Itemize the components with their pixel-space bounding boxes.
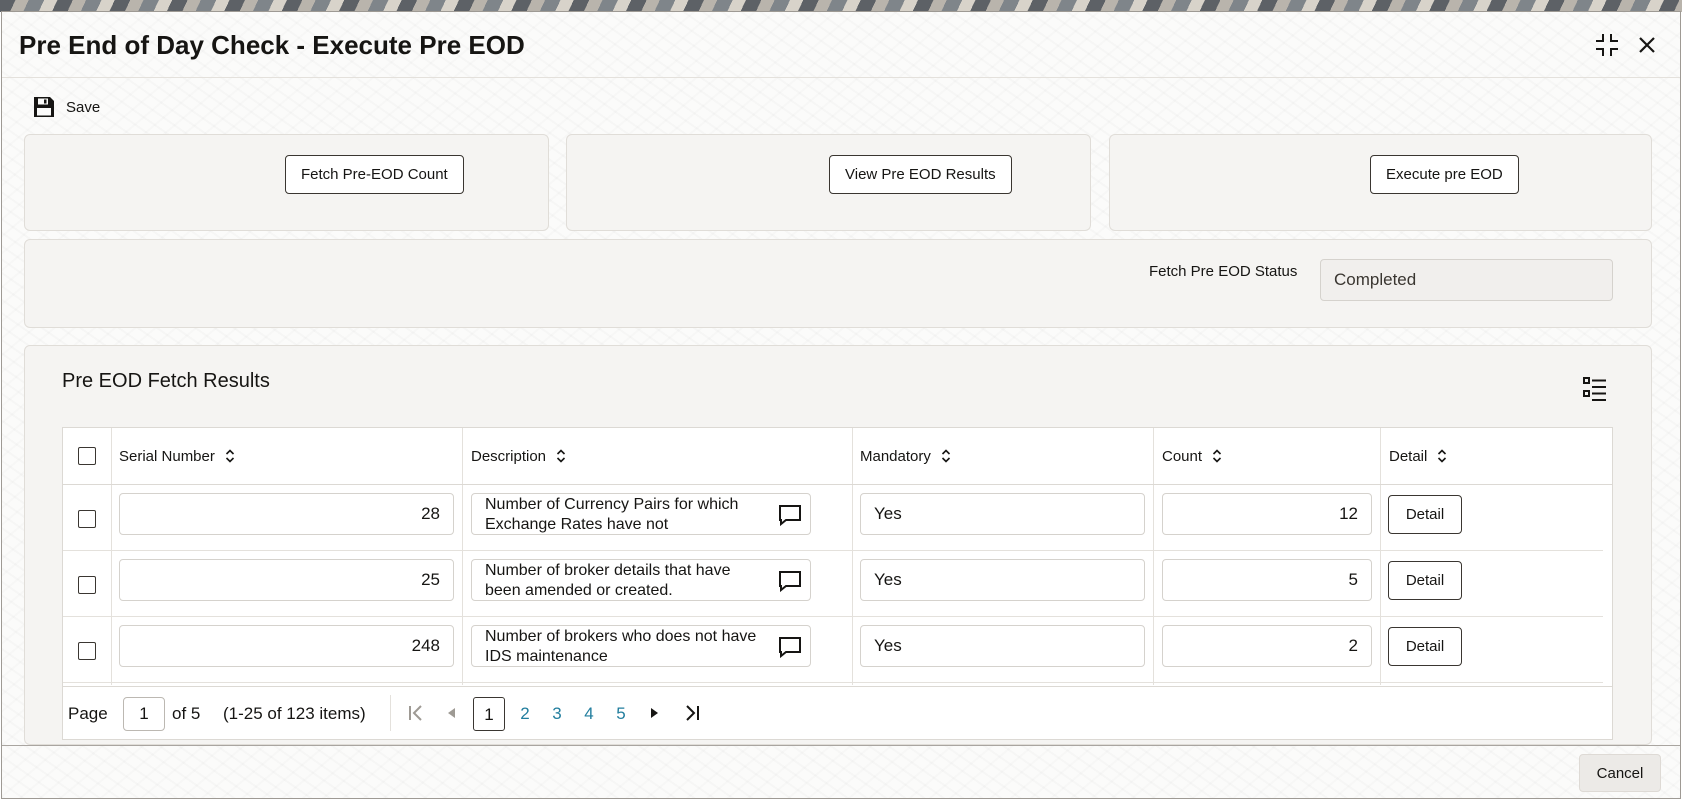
- column-header-detail[interactable]: Detail: [1389, 428, 1447, 484]
- title-bar: Pre End of Day Check - Execute Pre EOD: [2, 12, 1680, 78]
- page-number-input[interactable]: 1: [123, 697, 165, 731]
- close-icon: [1639, 37, 1655, 53]
- description-field[interactable]: Number of Currency Pairs for which Excha…: [471, 493, 811, 535]
- description-text: Number of broker details that have been …: [485, 562, 731, 599]
- table-header: Serial Number Description Mandatory Coun…: [63, 428, 1612, 485]
- column-header-description[interactable]: Description: [471, 428, 566, 484]
- row-checkbox[interactable]: [78, 642, 96, 660]
- first-page-button[interactable]: [405, 702, 427, 724]
- description-field[interactable]: Number of brokers who does not have IDS …: [471, 625, 811, 667]
- detail-button[interactable]: Detail: [1388, 495, 1462, 534]
- status-label: Fetch Pre EOD Status: [1149, 263, 1298, 280]
- column-header-mandatory[interactable]: Mandatory: [860, 428, 951, 484]
- page-1-button[interactable]: 1: [473, 697, 505, 731]
- maximize-button[interactable]: [1592, 30, 1622, 60]
- dialog-window: Pre End of Day Check - Execute Pre EOD S…: [1, 11, 1681, 799]
- sort-icon: [1212, 449, 1222, 463]
- column-settings-button[interactable]: [1582, 376, 1608, 402]
- fetch-status-field: Completed: [1320, 259, 1613, 301]
- count-field[interactable]: 2: [1162, 625, 1372, 667]
- table-row: 28 Number of Currency Pairs for which Ex…: [63, 485, 1603, 551]
- first-page-icon: [409, 705, 422, 721]
- save-button[interactable]: Save: [32, 92, 100, 122]
- list-view-icon: [1583, 377, 1606, 401]
- description-text: Number of Currency Pairs for which Excha…: [485, 496, 739, 533]
- row-checkbox[interactable]: [78, 576, 96, 594]
- fetch-pre-eod-count-button[interactable]: Fetch Pre-EOD Count: [285, 155, 464, 194]
- page-3-button[interactable]: 3: [541, 697, 573, 731]
- fetch-count-panel: Fetch Pre-EOD Count: [24, 134, 549, 231]
- detail-button[interactable]: Detail: [1388, 561, 1462, 600]
- page-title: Pre End of Day Check - Execute Pre EOD: [19, 30, 525, 60]
- mandatory-field[interactable]: Yes: [860, 493, 1145, 535]
- sort-icon: [556, 449, 566, 463]
- page-5-button[interactable]: 5: [605, 697, 637, 731]
- previous-page-button[interactable]: [441, 702, 463, 724]
- results-table: Serial Number Description Mandatory Coun…: [62, 427, 1613, 740]
- page-2-button[interactable]: 2: [509, 697, 541, 731]
- column-header-count[interactable]: Count: [1162, 428, 1222, 484]
- row-checkbox[interactable]: [78, 510, 96, 528]
- items-range-label: (1-25 of 123 items): [223, 704, 366, 723]
- execute-panel: Execute pre EOD: [1109, 134, 1652, 231]
- execute-pre-eod-button[interactable]: Execute pre EOD: [1370, 155, 1519, 194]
- count-field[interactable]: 5: [1162, 559, 1372, 601]
- next-page-icon: [651, 708, 658, 718]
- sort-icon: [225, 449, 234, 463]
- maximize-icon: [1596, 34, 1618, 56]
- pagination-bar: Page 1 of 5 (1-25 of 123 items) 1 2 3 4 …: [63, 686, 1612, 739]
- column-header-serial-number[interactable]: Serial Number: [119, 428, 235, 484]
- table-row: 25 Number of broker details that have be…: [63, 551, 1603, 617]
- detail-button[interactable]: Detail: [1388, 627, 1462, 666]
- comment-icon[interactable]: [777, 503, 803, 527]
- select-all-checkbox[interactable]: [78, 447, 96, 465]
- description-field[interactable]: Number of broker details that have been …: [471, 559, 811, 601]
- serial-number-field[interactable]: 28: [119, 493, 454, 535]
- page-label: Page: [68, 704, 108, 723]
- last-page-button[interactable]: [681, 702, 703, 724]
- comment-icon[interactable]: [777, 635, 803, 659]
- dialog-footer: Cancel: [2, 745, 1680, 798]
- next-page-button[interactable]: [643, 702, 665, 724]
- mandatory-field[interactable]: Yes: [860, 625, 1145, 667]
- results-title: Pre EOD Fetch Results: [62, 370, 270, 392]
- table-row: 248 Number of brokers who does not have …: [63, 617, 1603, 683]
- sort-icon: [1438, 449, 1447, 463]
- count-field[interactable]: 12: [1162, 493, 1372, 535]
- sort-icon: [941, 449, 950, 463]
- view-pre-eod-results-button[interactable]: View Pre EOD Results: [829, 155, 1012, 194]
- comment-icon[interactable]: [777, 569, 803, 593]
- serial-number-field[interactable]: 25: [119, 559, 454, 601]
- close-button[interactable]: [1632, 30, 1662, 60]
- cancel-button[interactable]: Cancel: [1579, 754, 1661, 792]
- page-4-button[interactable]: 4: [573, 697, 605, 731]
- save-label: Save: [66, 98, 101, 116]
- page-total-label: of 5: [172, 704, 201, 723]
- serial-number-field[interactable]: 248: [119, 625, 454, 667]
- last-page-icon: [686, 705, 699, 721]
- save-icon: [34, 97, 54, 117]
- previous-page-icon: [448, 708, 455, 718]
- mandatory-field[interactable]: Yes: [860, 559, 1145, 601]
- view-results-panel: View Pre EOD Results: [566, 134, 1091, 231]
- description-text: Number of brokers who does not have IDS …: [485, 628, 757, 665]
